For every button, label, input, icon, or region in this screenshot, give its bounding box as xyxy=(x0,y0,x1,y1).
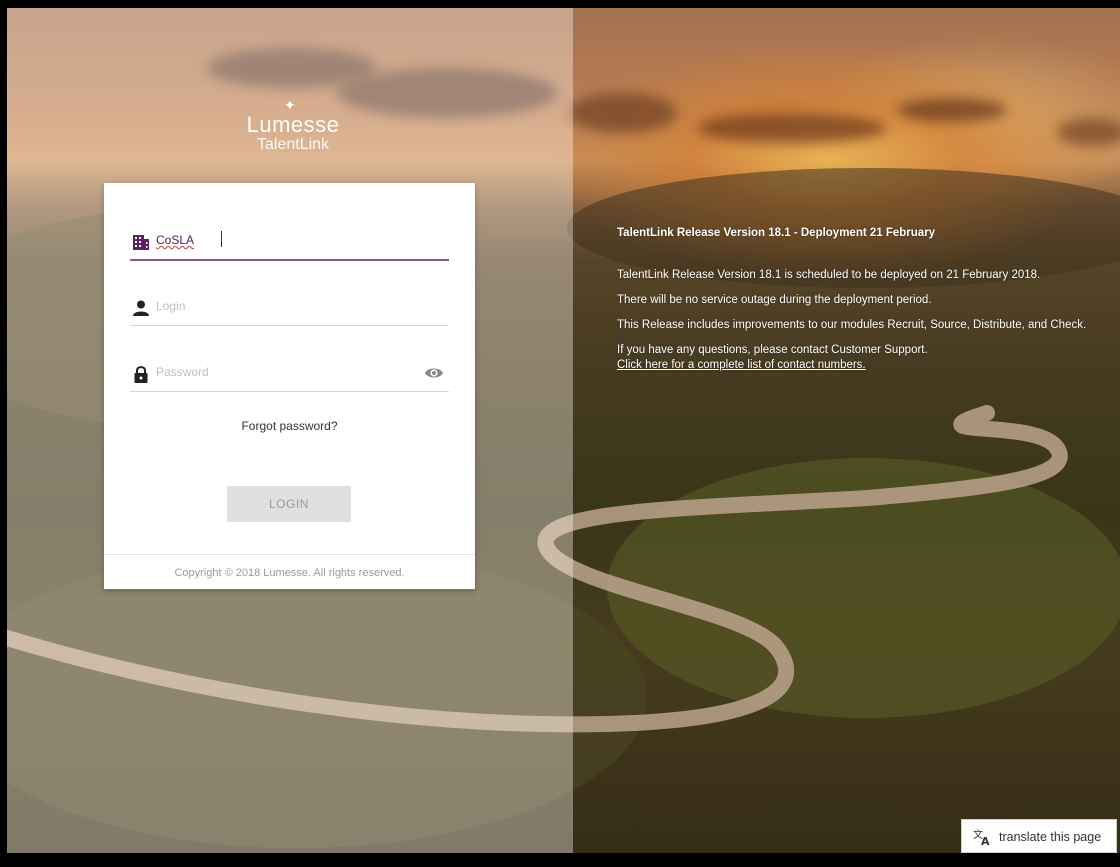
contact-text: If you have any questions, please contac… xyxy=(617,344,928,356)
eye-icon[interactable] xyxy=(424,365,444,381)
tenant-field[interactable]: CoSLA xyxy=(130,223,449,261)
password-field[interactable]: Password xyxy=(130,355,449,392)
user-icon xyxy=(133,300,149,316)
announcement-paragraph: There will be no service outage during t… xyxy=(617,294,932,306)
tenant-value[interactable]: CoSLA xyxy=(156,232,194,248)
copyright-text: Copyright © 2018 Lumesse. All rights res… xyxy=(174,567,405,579)
right-overlay xyxy=(573,8,1120,853)
contact-numbers-link[interactable]: Click here for a complete list of contac… xyxy=(617,358,1097,373)
building-icon xyxy=(133,235,149,250)
login-card: CoSLA Login Password Forgot password? LO… xyxy=(104,183,475,589)
translate-label: translate this page xyxy=(999,830,1102,844)
release-announcement: TalentLink Release Version 18.1 - Deploy… xyxy=(617,226,1097,383)
lock-icon xyxy=(134,366,148,383)
announcement-paragraph: This Release includes improvements to ou… xyxy=(617,319,1087,331)
announcement-paragraph: TalentLink Release Version 18.1 is sched… xyxy=(617,269,1041,281)
forgot-password-link[interactable]: Forgot password? xyxy=(104,419,475,433)
lumesse-talentlink-logo: ✦ Lumesse TalentLink xyxy=(238,97,348,160)
text-caret xyxy=(221,231,222,247)
login-placeholder: Login xyxy=(156,299,186,313)
login-page: ✦ Lumesse TalentLink CoSLA Login Passwor… xyxy=(0,0,1120,867)
card-divider xyxy=(104,554,475,555)
announcement-title: TalentLink Release Version 18.1 - Deploy… xyxy=(617,227,936,239)
logo-subtitle: TalentLink xyxy=(256,136,330,153)
bottom-bar xyxy=(0,853,1120,867)
logo-name: Lumesse xyxy=(246,112,340,137)
logo-star-icon: ✦ xyxy=(284,97,296,113)
password-placeholder: Password xyxy=(156,365,209,379)
login-field[interactable]: Login xyxy=(130,289,449,326)
translate-icon: 文 A xyxy=(973,828,990,846)
svg-text:A: A xyxy=(981,835,990,846)
login-button[interactable]: LOGIN xyxy=(227,486,351,522)
announcement-contact: If you have any questions, please contac… xyxy=(617,343,1097,373)
translate-page-button[interactable]: 文 A translate this page xyxy=(961,819,1117,853)
